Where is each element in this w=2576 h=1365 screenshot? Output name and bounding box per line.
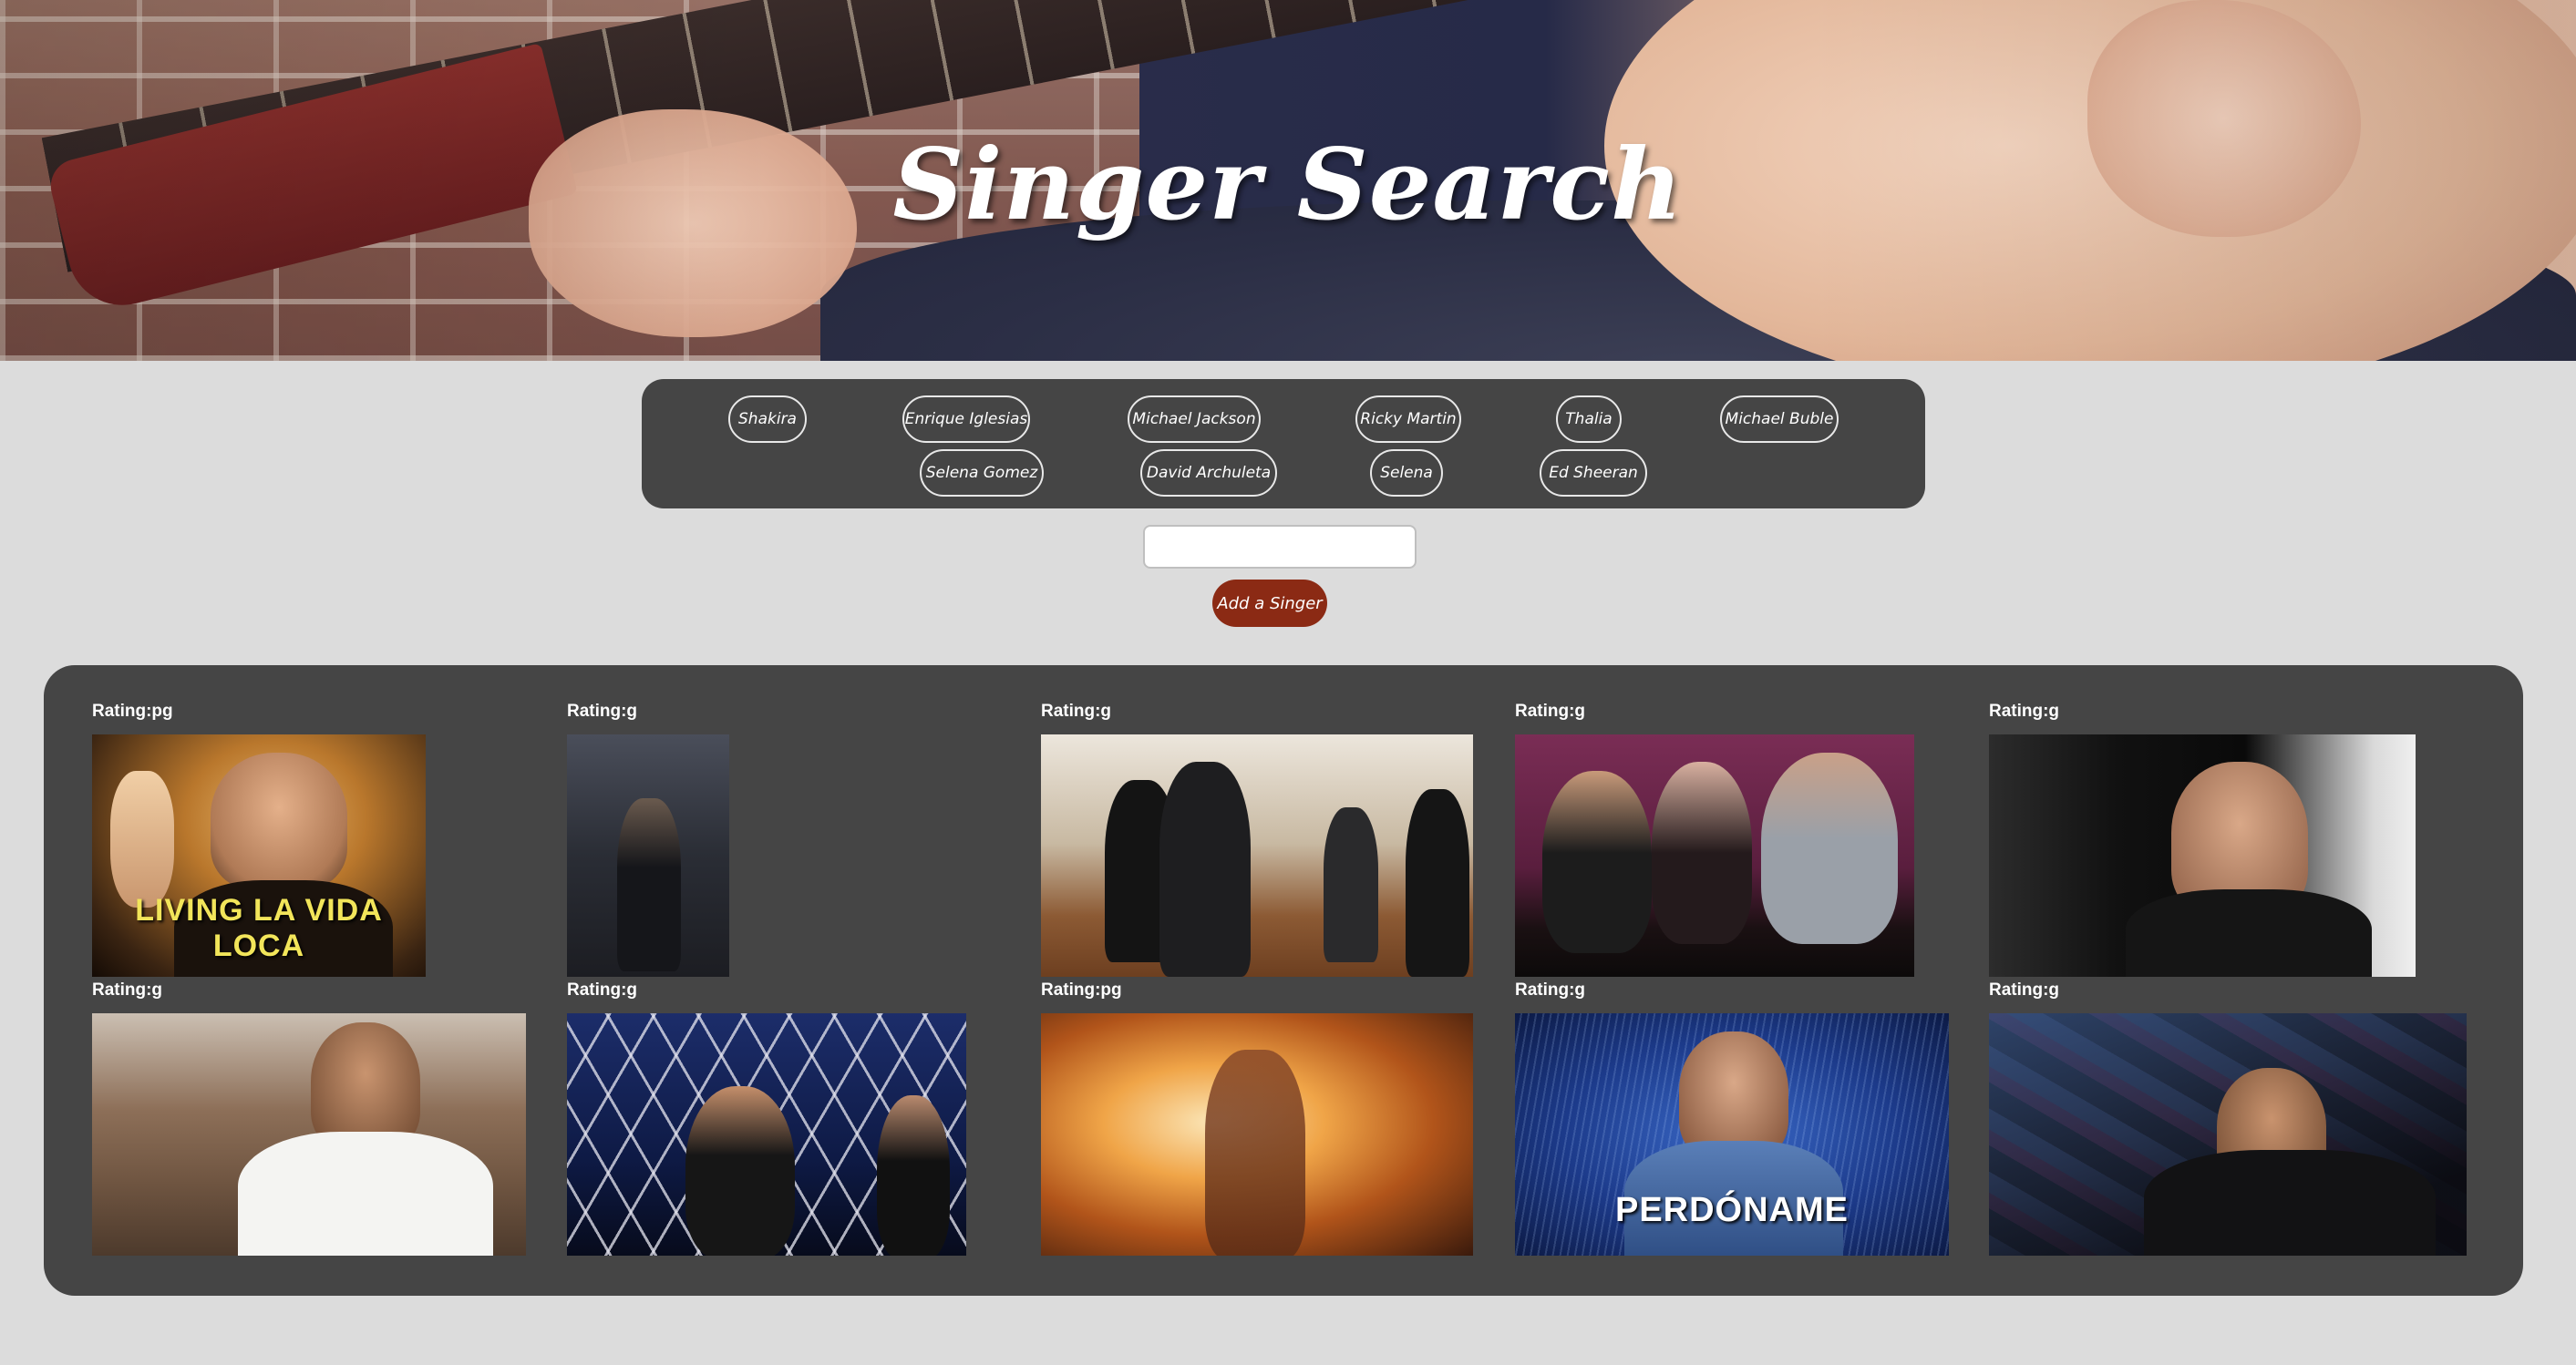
page-title: Singer Search [892,128,1684,242]
singer-buttons-panel: Shakira Enrique Iglesias Michael Jackson… [642,379,1925,508]
gif-rating: Rating:g [1515,980,1586,1000]
hero-banner: Singer Search [0,0,2576,361]
singer-button-ricky-martin[interactable]: Ricky Martin [1355,395,1461,443]
singer-button-michael-buble[interactable]: Michael Buble [1720,395,1839,443]
singer-input[interactable] [1143,525,1417,569]
gif-image[interactable]: PERDÓNAME [1515,1013,1949,1256]
gif-results-panel: Rating:pg LIVING LA VIDA LOCA Rating:g R… [44,665,2523,1296]
singer-button-ed-sheeran[interactable]: Ed Sheeran [1540,449,1647,497]
gif-caption: PERDÓNAME [1614,1191,1850,1229]
singer-button-selena[interactable]: Selena [1370,449,1443,497]
singer-button-thalia[interactable]: Thalia [1556,395,1622,443]
gif-caption: LIVING LA VIDA LOCA [135,893,383,963]
add-singer-button[interactable]: Add a Singer [1212,580,1327,627]
gif-image[interactable] [1041,734,1473,977]
singer-button-michael-jackson[interactable]: Michael Jackson [1128,395,1261,443]
gif-rating: Rating:g [1041,702,1112,721]
gif-image[interactable] [567,1013,966,1256]
singer-button-david-archuleta[interactable]: David Archuleta [1140,449,1277,497]
gif-image[interactable] [1041,1013,1473,1256]
gif-image[interactable] [1989,1013,2467,1256]
singer-button-shakira[interactable]: Shakira [728,395,807,443]
singer-button-selena-gomez[interactable]: Selena Gomez [920,449,1044,497]
gif-rating: Rating:g [567,702,638,721]
gif-rating: Rating:g [567,980,638,1000]
gif-rating: Rating:g [1989,702,2060,721]
gif-rating: Rating:g [1989,980,2060,1000]
gif-rating: Rating:g [92,980,163,1000]
gif-rating: Rating:pg [92,702,173,721]
gif-image[interactable] [567,734,729,977]
gif-image[interactable]: LIVING LA VIDA LOCA [92,734,426,977]
gif-image[interactable] [1989,734,2416,977]
gif-image[interactable] [1515,734,1914,977]
singer-button-enrique-iglesias[interactable]: Enrique Iglesias [902,395,1030,443]
gif-rating: Rating:pg [1041,980,1122,1000]
gif-rating: Rating:g [1515,702,1586,721]
gif-image[interactable] [92,1013,526,1256]
